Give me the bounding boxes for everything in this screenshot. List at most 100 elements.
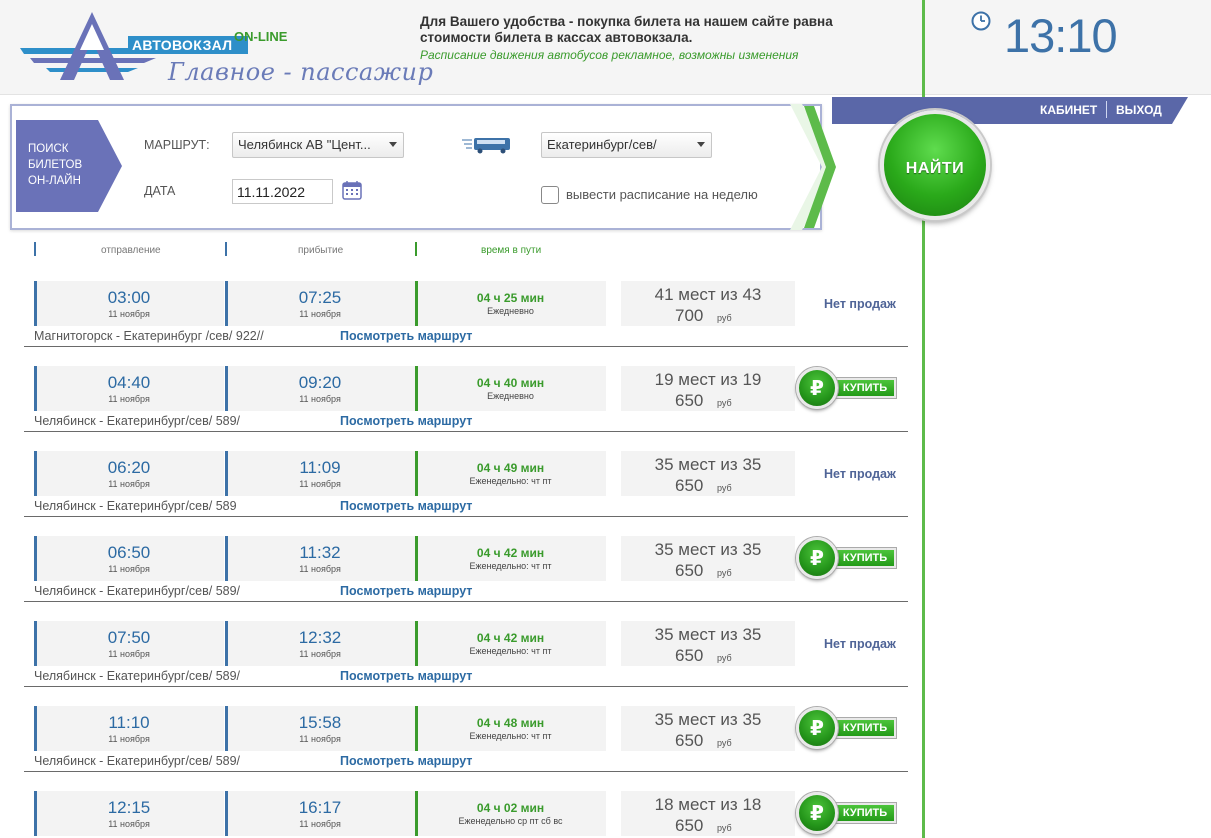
arrival-cell: 16:17 11 ноября: [225, 791, 415, 836]
duration-cell: 04 ч 48 мин Еженедельно: чт пт: [415, 706, 606, 751]
view-route-link[interactable]: Посмотреть маршрут: [340, 669, 472, 683]
arrival-date: 11 ноября: [299, 564, 341, 574]
column-travel-time: время в пути: [481, 245, 542, 256]
view-route-link[interactable]: Посмотреть маршрут: [340, 584, 472, 598]
departure-cell: 07:50 11 ноября: [34, 621, 224, 666]
clock-icon: [971, 11, 991, 31]
duration-cell: 04 ч 25 мин Ежедневно: [415, 281, 606, 326]
trip-row: 04:40 11 ноября 09:20 11 ноября 04 ч 40 мин Е…: [24, 366, 908, 446]
seats-price-cell: 18 мест из 18 650 руб: [621, 791, 795, 836]
route-name: Челябинск - Екатеринбург/сев/ 589/: [34, 669, 241, 683]
promo-sub-text: Расписание движения автобусов рекламное,…: [420, 48, 799, 62]
price-currency: руб: [717, 738, 732, 748]
calendar-icon[interactable]: [342, 180, 362, 200]
buy-button[interactable]: КУПИТЬ ₽: [796, 706, 900, 750]
ticket-price: 650: [675, 816, 704, 835]
buy-button-label: КУПИТЬ: [834, 803, 896, 823]
ticket-price: 650: [675, 476, 704, 495]
from-select[interactable]: Челябинск АВ "Цент...: [232, 132, 404, 158]
arrival-time: 11:32: [299, 543, 341, 562]
departure-date: 11 ноября: [108, 819, 150, 829]
arrival-time: 09:20: [298, 373, 342, 392]
trip-row: 07:50 11 ноября 12:32 11 ноября 04 ч 42 мин Е…: [24, 621, 908, 701]
trip-row: 12:15 11 ноября 16:17 11 ноября 04 ч 02 мин Е…: [24, 791, 908, 838]
search-tag: ПОИСК БИЛЕТОВ ОН-ЛАЙН: [16, 120, 124, 212]
trip-frequency: Еженедельно: чт пт: [469, 561, 552, 571]
panel-chevron-icon: [790, 104, 836, 230]
route-name: Челябинск - Екатеринбург/сев/ 589: [34, 499, 237, 513]
arrival-time: 15:58: [298, 713, 342, 732]
week-schedule-label: вывести расписание на неделю: [566, 187, 758, 202]
trip-row: 11:10 11 ноября 15:58 11 ноября 04 ч 48 мин Е…: [24, 706, 908, 786]
travel-duration: 04 ч 40 мин: [476, 376, 545, 390]
route-name: Магнитогорск - Екатеринбург /сев/ 922//: [34, 329, 264, 343]
week-schedule-checkbox[interactable]: [541, 186, 559, 204]
departure-time: 06:50: [107, 543, 151, 562]
departure-time: 11:10: [108, 713, 150, 732]
row-divider: [24, 346, 908, 347]
arrival-time: 07:25: [298, 288, 342, 307]
buy-button[interactable]: КУПИТЬ ₽: [796, 536, 900, 580]
arrival-cell: 12:32 11 ноября: [225, 621, 415, 666]
price-currency: руб: [717, 568, 732, 578]
trip-frequency: Еженедельно: чт пт: [469, 731, 552, 741]
buy-button-label: КУПИТЬ: [834, 548, 896, 568]
promo-block: Для Вашего удобства - покупка билета на …: [420, 14, 900, 62]
row-divider: [24, 431, 908, 432]
trip-row: 06:20 11 ноября 11:09 11 ноября 04 ч 49 мин Е…: [24, 451, 908, 531]
departure-time: 07:50: [107, 628, 151, 647]
ruble-icon: ₽: [796, 707, 838, 749]
travel-duration: 04 ч 42 мин: [476, 631, 545, 645]
duration-cell: 04 ч 42 мин Еженедельно: чт пт: [415, 536, 606, 581]
arrival-date: 11 ноября: [299, 479, 341, 489]
column-arrival: прибытие: [298, 245, 344, 256]
bus-station-page: АВТОВОКЗАЛ ON-LINE Главное - пассажир Дл…: [0, 0, 1211, 838]
date-input[interactable]: [232, 179, 333, 204]
to-select[interactable]: Екатеринбург/сев/: [541, 132, 712, 158]
travel-duration: 04 ч 48 мин: [476, 716, 545, 730]
view-route-link[interactable]: Посмотреть маршрут: [340, 499, 472, 513]
trip-frequency: Еженедельно ср пт сб вс: [458, 816, 563, 826]
account-separator: [1106, 101, 1107, 118]
view-route-link[interactable]: Посмотреть маршрут: [340, 754, 472, 768]
ruble-icon: ₽: [796, 367, 838, 409]
search-panel: [10, 104, 822, 230]
seats-price-cell: 35 мест из 35 650 руб: [621, 706, 795, 751]
site-logo[interactable]: АВТОВОКЗАЛ ON-LINE Главное - пассажир: [16, 10, 433, 92]
column-marker: [225, 242, 227, 256]
departure-cell: 04:40 11 ноября: [34, 366, 224, 411]
buy-button[interactable]: КУПИТЬ ₽: [796, 791, 900, 835]
trip-row: 03:00 11 ноября 07:25 11 ноября 04 ч 25 мин Е…: [24, 281, 908, 361]
departure-time: 06:20: [107, 458, 151, 477]
seats-available: 41 мест из 43: [654, 285, 762, 304]
seats-available: 35 мест из 35: [654, 625, 762, 644]
duration-cell: 04 ч 42 мин Еженедельно: чт пт: [415, 621, 606, 666]
find-button[interactable]: НАЙТИ: [880, 110, 990, 220]
arrival-cell: 09:20 11 ноября: [225, 366, 415, 411]
seats-price-cell: 19 мест из 19 650 руб: [621, 366, 795, 411]
to-select-value: Екатеринбург/сев/: [547, 137, 657, 152]
promo-main-text: Для Вашего удобства - покупка билета на …: [420, 14, 833, 45]
trip-frequency: Еженедельно: чт пт: [469, 646, 552, 656]
find-button-label: НАЙТИ: [905, 160, 965, 177]
buy-button[interactable]: КУПИТЬ ₽: [796, 366, 900, 410]
view-route-link[interactable]: Посмотреть маршрут: [340, 329, 472, 343]
departure-cell: 03:00 11 ноября: [34, 281, 224, 326]
ticket-price: 650: [675, 391, 704, 410]
row-divider: [24, 516, 908, 517]
row-divider: [24, 686, 908, 687]
ticket-price: 650: [675, 731, 704, 750]
ticket-price: 650: [675, 646, 704, 665]
cabinet-link[interactable]: КАБИНЕТ: [1040, 103, 1097, 117]
departure-time: 12:15: [107, 798, 151, 817]
arrival-cell: 11:32 11 ноября: [225, 536, 415, 581]
ruble-icon: ₽: [796, 792, 838, 834]
view-route-link[interactable]: Посмотреть маршрут: [340, 414, 472, 428]
duration-cell: 04 ч 02 мин Еженедельно ср пт сб вс: [415, 791, 606, 836]
departure-time: 04:40: [107, 373, 151, 392]
logout-link[interactable]: ВЫХОД: [1116, 103, 1162, 117]
chevron-down-icon: [697, 142, 705, 147]
travel-duration: 04 ч 42 мин: [476, 546, 545, 560]
seats-price-cell: 41 мест из 43 700 руб: [621, 281, 795, 326]
route-name: Челябинск - Екатеринбург/сев/ 589/: [34, 414, 241, 428]
